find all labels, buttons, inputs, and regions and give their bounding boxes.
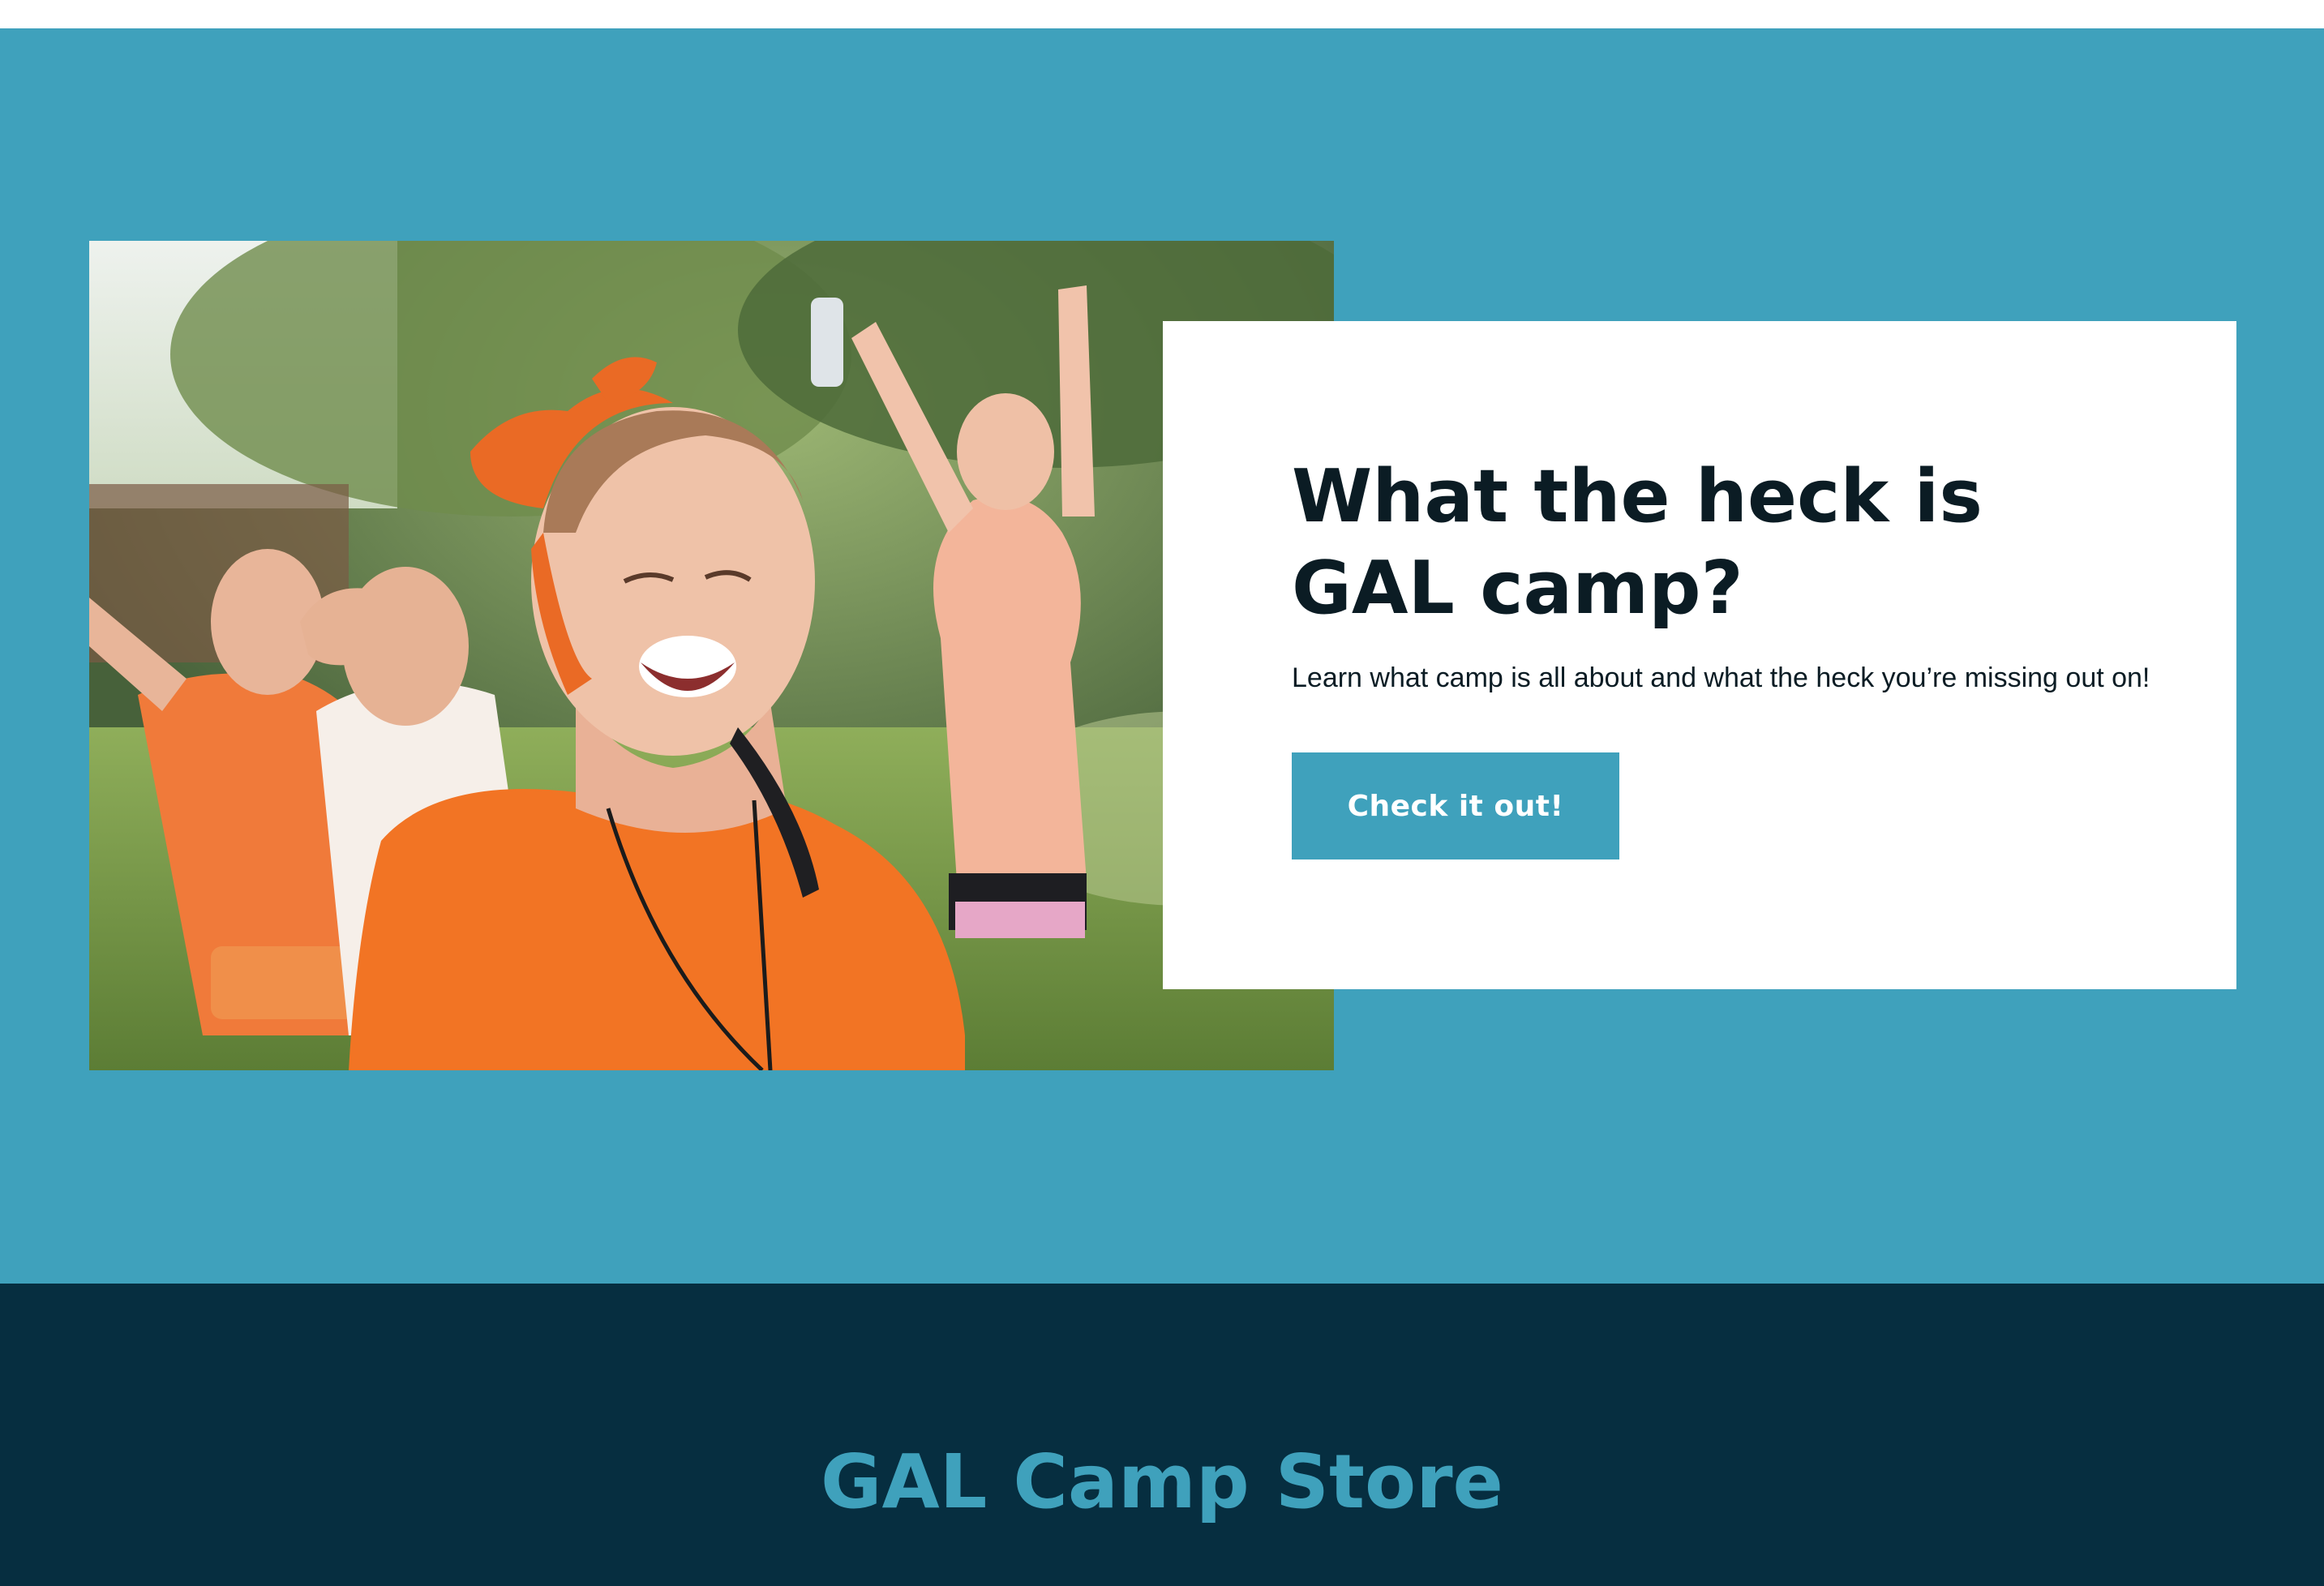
- top-strip: [0, 0, 2324, 28]
- intro-card: What the heck is GAL camp? Learn what ca…: [1163, 321, 2236, 989]
- store-section: GAL Camp Store: [0, 1284, 2324, 1586]
- card-title: What the heck is GAL camp?: [1292, 451, 2184, 634]
- card-subtitle: Learn what camp is all about and what th…: [1292, 662, 2150, 693]
- store-title: GAL Camp Store: [821, 1438, 1503, 1525]
- hero-photo: [89, 241, 1334, 1070]
- card-title-line-1: What the heck is: [1292, 454, 1983, 539]
- card-title-line-2: GAL camp?: [1292, 546, 1743, 631]
- page: What the heck is GAL camp? Learn what ca…: [0, 0, 2324, 1586]
- check-it-out-button[interactable]: Check it out!: [1292, 752, 1619, 859]
- photo-campers-laughing-icon: [89, 241, 1334, 1070]
